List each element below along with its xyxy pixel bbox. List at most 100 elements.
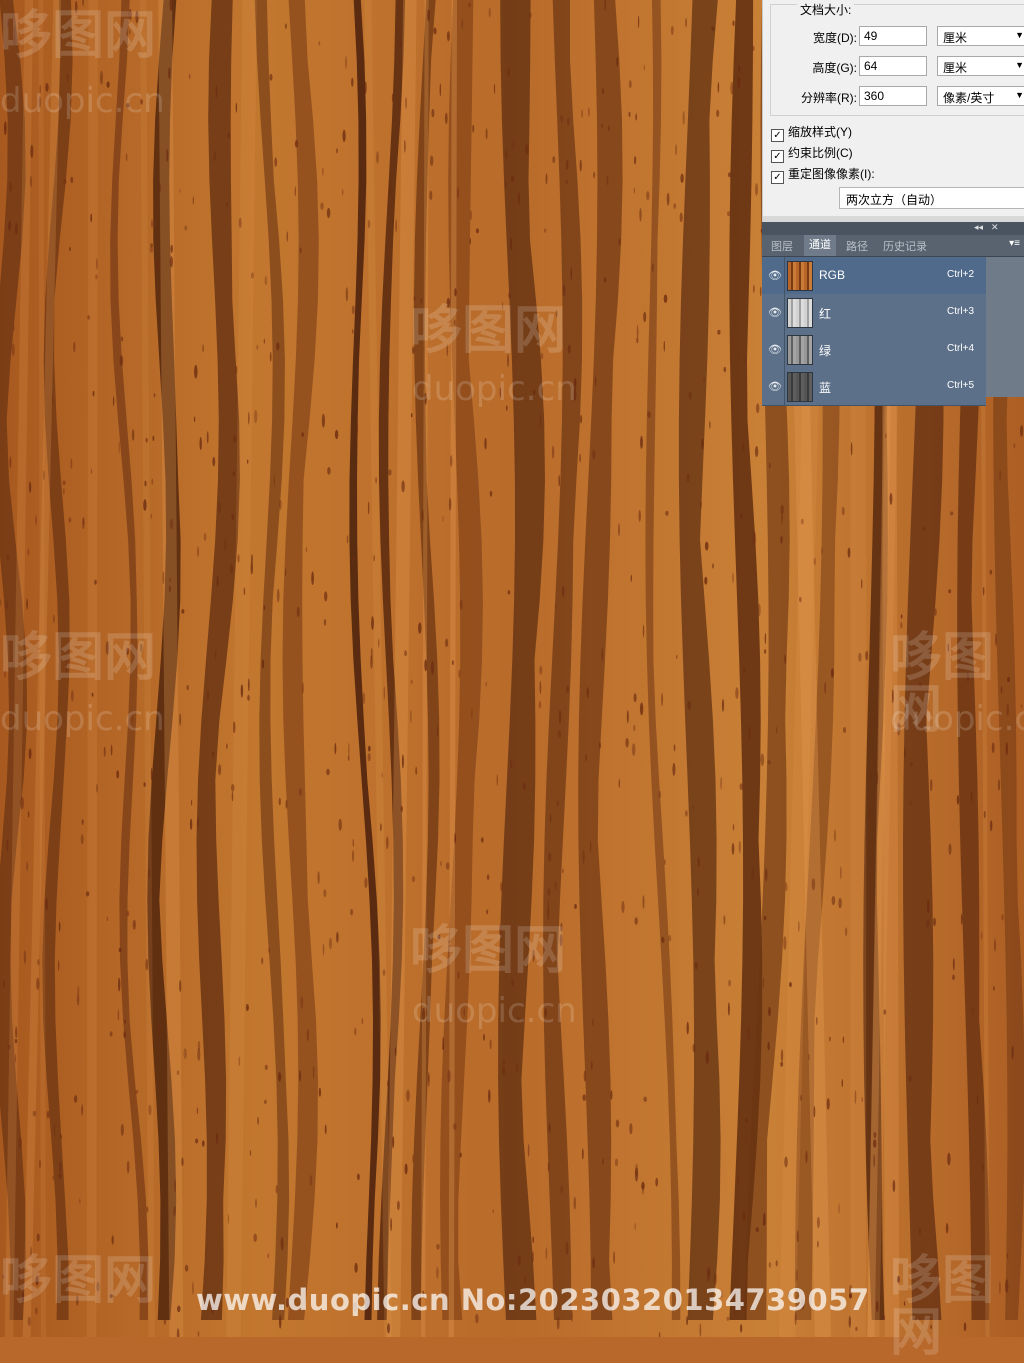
width-label: 宽度(D): (813, 31, 857, 45)
wood-pore (213, 151, 217, 162)
wood-pore (404, 139, 406, 153)
double-chevron-icon[interactable]: ◂◂ (974, 222, 983, 233)
wood-pore (573, 381, 577, 391)
wood-pore (7, 20, 9, 28)
wood-pore (528, 12, 532, 19)
wood-pore (117, 1009, 120, 1021)
scale-styles-checkbox[interactable]: ✓ 缩放样式(Y) (771, 123, 852, 142)
width-input[interactable]: 49 (859, 26, 927, 46)
tab-channels[interactable]: 通道 (804, 235, 836, 256)
wood-pore (747, 1027, 750, 1041)
visibility-toggle[interactable]: 👁 (762, 294, 785, 331)
wood-pore (995, 633, 997, 647)
wood-pore (229, 563, 234, 574)
wood-pore (721, 698, 725, 712)
wood-pore (318, 1087, 322, 1097)
wood-pore (813, 557, 816, 566)
channel-row-green[interactable]: 👁 绿 Ctrl+4 (762, 331, 986, 369)
wood-pore (4, 670, 6, 678)
wood-pore (318, 41, 321, 46)
wood-pore (1006, 703, 1009, 717)
wood-pore (539, 414, 542, 428)
wood-pore (386, 836, 389, 850)
wood-pore (799, 596, 802, 603)
resolution-input[interactable]: 360 (859, 86, 927, 106)
close-icon[interactable]: ✕ (991, 222, 999, 233)
wood-pore (37, 959, 40, 966)
wood-pore (566, 179, 568, 185)
wood-pore (510, 175, 515, 182)
wood-pore (181, 609, 185, 614)
height-unit-value: 厘米 (943, 61, 968, 75)
wood-pore (646, 191, 650, 201)
wood-pore (558, 474, 560, 487)
visibility-toggle[interactable]: 👁 (762, 257, 785, 294)
wood-pore (404, 1163, 408, 1175)
wood-pore (81, 1104, 83, 1116)
wood-pore (557, 730, 562, 739)
wood-pore (323, 889, 327, 898)
wood-pore (367, 753, 371, 762)
wood-pore (354, 1262, 358, 1273)
panel-menu-icon[interactable]: ▾≡ (1009, 238, 1020, 249)
wood-pore (518, 192, 520, 205)
wood-pore (472, 124, 475, 133)
resolution-unit-select[interactable]: 像素/英寸 ▼ (937, 86, 1024, 106)
wood-pore (227, 1213, 230, 1224)
channel-row-red[interactable]: 👁 红 Ctrl+3 (762, 294, 986, 332)
resample-checkbox[interactable]: ✓ 重定图像像素(I): (771, 165, 875, 184)
wood-pore (755, 1227, 759, 1233)
visibility-toggle[interactable]: 👁 (762, 368, 785, 405)
wood-pore (392, 1136, 395, 1149)
width-unit-select[interactable]: 厘米 ▼ (937, 26, 1024, 46)
wood-pore (643, 311, 647, 323)
wood-pore (35, 514, 37, 526)
wood-pore (549, 813, 552, 823)
wood-pore (76, 993, 80, 1006)
constrain-proportions-checkbox[interactable]: ✓ 约束比例(C) (771, 144, 853, 163)
tab-paths[interactable]: 路径 (846, 238, 868, 254)
wood-pore (146, 1206, 149, 1213)
checkmark-icon: ✓ (771, 129, 784, 142)
wood-pore (552, 156, 556, 164)
wood-pore (613, 1251, 615, 1264)
height-input[interactable]: 64 (859, 56, 927, 76)
wood-pore (500, 881, 503, 892)
wood-pore (685, 18, 687, 28)
wood-pore (934, 608, 937, 616)
wood-pore (630, 574, 632, 582)
wood-pore (144, 480, 147, 487)
wood-pore (461, 19, 464, 29)
wood-pore (531, 1251, 534, 1263)
wood-pore (143, 499, 147, 511)
wood-pore (361, 1018, 364, 1025)
wood-pore (680, 173, 684, 183)
tab-layers[interactable]: 图层 (771, 238, 793, 254)
wood-pore (58, 1160, 62, 1175)
eye-icon: 👁 (768, 381, 782, 393)
height-unit-select[interactable]: 厘米 ▼ (937, 56, 1024, 76)
panel-scrollbar[interactable] (986, 257, 1000, 397)
channel-row-blue[interactable]: 👁 蓝 Ctrl+5 (762, 368, 986, 406)
wood-pore (90, 468, 93, 475)
wood-pore (860, 578, 863, 589)
wood-pore (382, 969, 386, 976)
wood-pore (516, 1062, 519, 1073)
wood-pore (800, 1094, 802, 1102)
channel-row-rgb[interactable]: 👁 RGB Ctrl+2 (762, 257, 986, 295)
wood-pore (539, 665, 543, 675)
wood-pore (763, 915, 767, 921)
resample-method-select[interactable]: 两次立方（自动） (839, 187, 1024, 209)
wood-pore (754, 183, 759, 196)
wood-pore (179, 713, 182, 726)
wood-pore (36, 1233, 40, 1242)
wood-pore (442, 1045, 444, 1051)
wood-pore (963, 1322, 967, 1332)
tab-history[interactable]: 历史记录 (883, 238, 927, 254)
visibility-toggle[interactable]: 👁 (762, 331, 785, 368)
wood-pore (861, 1096, 863, 1103)
channel-name: 蓝 (819, 381, 832, 395)
wood-pore (711, 26, 715, 31)
wood-pore (1011, 1045, 1014, 1060)
wood-pore (79, 1198, 81, 1204)
